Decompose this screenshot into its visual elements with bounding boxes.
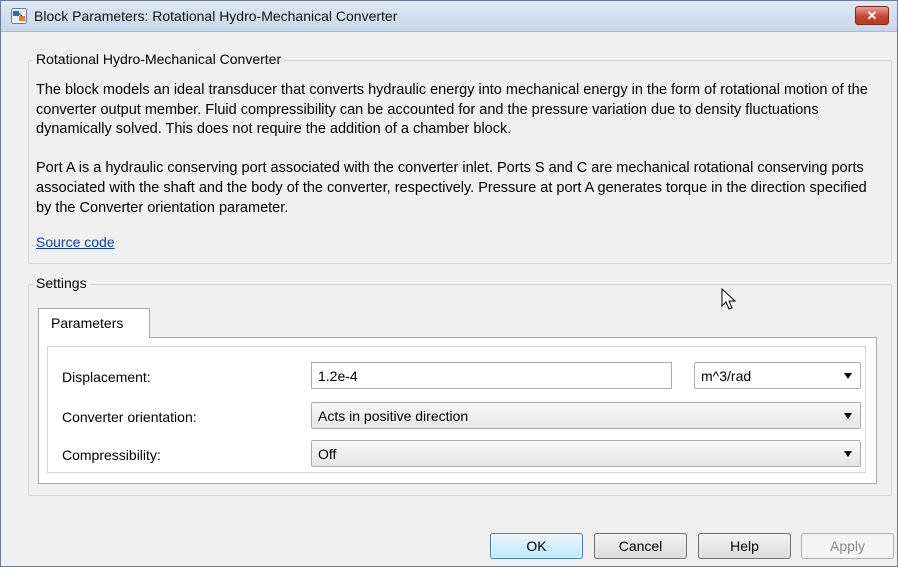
mouse-pointer-icon: [721, 288, 737, 310]
block-parameters-dialog: Block Parameters: Rotational Hydro-Mecha…: [0, 0, 898, 567]
description-paragraph-1: The block models an ideal transducer tha…: [36, 82, 868, 138]
chevron-down-icon: [844, 413, 852, 419]
block-name-label: Rotational Hydro-Mechanical Converter: [33, 51, 285, 67]
close-button[interactable]: ✕: [855, 6, 889, 25]
block-description: The block models an ideal transducer tha…: [36, 81, 886, 218]
displacement-unit-dropdown[interactable]: m^3/rad: [694, 362, 861, 389]
description-paragraph-2: Port A is a hydraulic conserving port as…: [36, 160, 867, 216]
compressibility-dropdown[interactable]: Off: [311, 440, 861, 467]
ok-button[interactable]: OK: [490, 533, 583, 559]
displacement-label: Displacement:: [62, 369, 151, 385]
displacement-input[interactable]: 1.2e-4: [311, 362, 672, 389]
orientation-label: Converter orientation:: [62, 409, 197, 425]
help-button[interactable]: Help: [698, 533, 791, 559]
parameters-inner-box: Displacement: 1.2e-4 m^3/rad Converter o…: [47, 346, 866, 473]
orientation-value: Acts in positive direction: [318, 408, 469, 424]
settings-label: Settings: [33, 275, 90, 291]
apply-button[interactable]: Apply: [801, 533, 894, 559]
simulink-block-icon: [11, 8, 27, 24]
displacement-unit-value: m^3/rad: [701, 368, 752, 384]
source-code-link[interactable]: Source code: [36, 234, 115, 250]
chevron-down-icon: [844, 373, 852, 379]
compressibility-value: Off: [318, 446, 337, 462]
parameters-panel: Displacement: 1.2e-4 m^3/rad Converter o…: [38, 337, 877, 484]
title-bar[interactable]: Block Parameters: Rotational Hydro-Mecha…: [1, 1, 897, 32]
close-icon: ✕: [866, 8, 878, 23]
window-title: Block Parameters: Rotational Hydro-Mecha…: [34, 8, 398, 24]
chevron-down-icon: [844, 451, 852, 457]
orientation-dropdown[interactable]: Acts in positive direction: [311, 402, 861, 429]
tab-parameters[interactable]: Parameters: [38, 308, 150, 338]
cancel-button[interactable]: Cancel: [594, 533, 687, 559]
compressibility-label: Compressibility:: [62, 447, 161, 463]
